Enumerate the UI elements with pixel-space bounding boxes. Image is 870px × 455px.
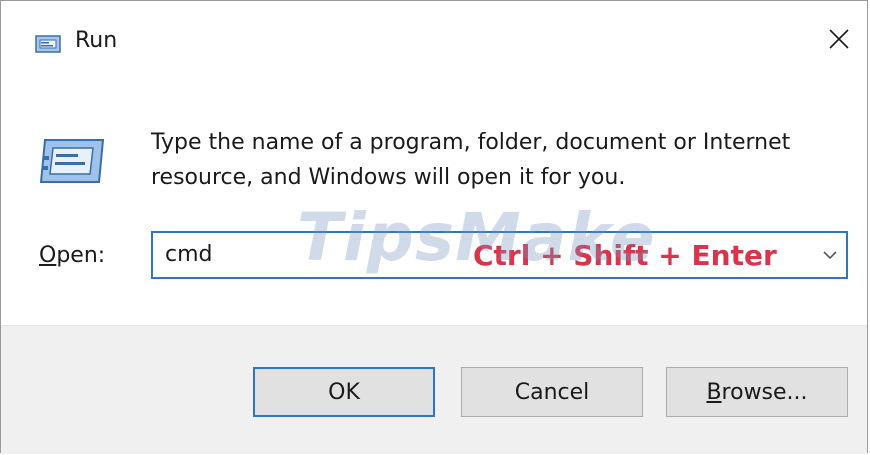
- run-icon: [39, 136, 109, 186]
- open-input-value[interactable]: cmd: [165, 242, 213, 267]
- open-label-accesskey: O: [39, 243, 57, 268]
- description-line-1: Type the name of a program, folder, docu…: [151, 130, 791, 155]
- run-icon: [35, 34, 63, 54]
- open-combobox[interactable]: cmd Ctrl + Shift + Enter: [151, 231, 848, 279]
- description-line-2: resource, and Windows will open it for y…: [151, 165, 626, 190]
- window-title: Run: [75, 28, 118, 53]
- button-bar: OK Cancel Browse...: [1, 325, 867, 454]
- open-label-text: pen:: [56, 243, 106, 268]
- open-label: Open:: [39, 243, 105, 268]
- close-icon: [828, 28, 850, 54]
- shortcut-hint-overlay: Ctrl + Shift + Enter: [473, 239, 777, 272]
- ok-button[interactable]: OK: [253, 367, 435, 417]
- close-button[interactable]: [817, 19, 861, 63]
- chevron-down-icon[interactable]: [820, 245, 840, 265]
- browse-accesskey: B: [706, 379, 722, 405]
- dialog-content: Type the name of a program, folder, docu…: [1, 89, 867, 325]
- run-dialog: Run Type the name of a program, folder,: [0, 0, 868, 454]
- browse-button[interactable]: Browse...: [666, 367, 848, 417]
- title-bar: Run: [1, 1, 867, 89]
- cancel-button[interactable]: Cancel: [461, 367, 643, 417]
- dialog-description: Type the name of a program, folder, docu…: [151, 125, 841, 195]
- browse-label: rowse...: [721, 379, 808, 405]
